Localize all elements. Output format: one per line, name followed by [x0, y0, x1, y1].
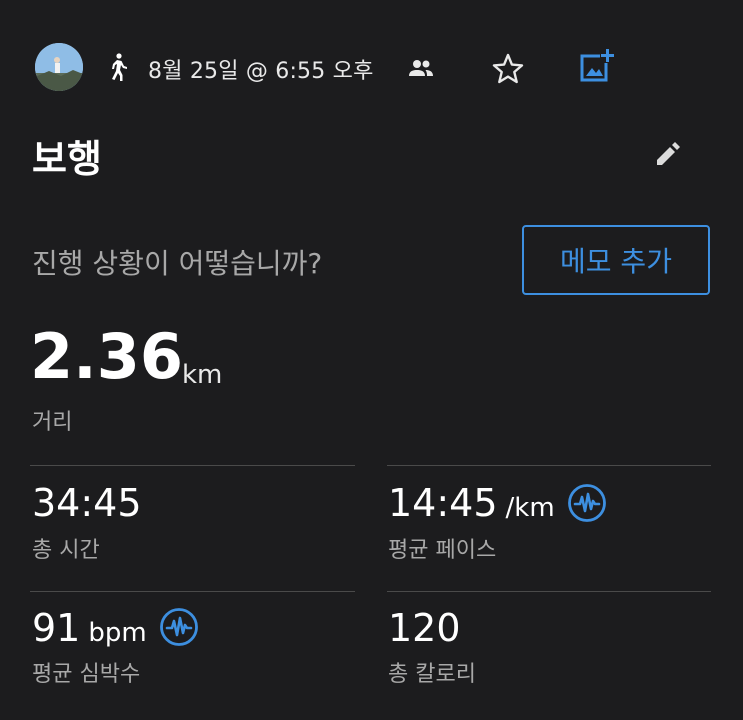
- avg-pace-label: 평균 페이스: [388, 538, 497, 563]
- total-time-label: 총 시간: [32, 538, 100, 563]
- calories-number: 120: [388, 606, 461, 650]
- avatar-photo: [35, 43, 83, 91]
- pencil-icon[interactable]: [652, 138, 684, 170]
- distance-value: 2.36: [30, 320, 183, 393]
- add-photo-icon[interactable]: [578, 47, 616, 85]
- add-memo-button[interactable]: 메모 추가: [522, 225, 710, 295]
- activity-header: 8월 25일 @ 6:55 오후: [0, 0, 743, 120]
- divider: [387, 465, 711, 466]
- total-time-value: 34:45: [32, 484, 142, 522]
- activity-title: 보행: [32, 137, 102, 181]
- avg-pace-number: 14:45: [388, 481, 498, 525]
- people-icon[interactable]: [407, 56, 435, 80]
- calories-label: 총 칼로리: [388, 662, 476, 687]
- heart-rate-chart-icon[interactable]: [567, 483, 607, 523]
- avg-hr-unit: bpm: [88, 618, 147, 648]
- walk-icon: [112, 53, 127, 81]
- total-time-number: 34:45: [32, 481, 142, 525]
- avg-hr-label: 평균 심박수: [32, 662, 141, 687]
- divider: [30, 465, 355, 466]
- progress-prompt: 진행 상황이 어떻습니까?: [32, 247, 323, 280]
- avg-pace-unit: /km: [505, 493, 555, 523]
- activity-datetime: 8월 25일 @ 6:55 오후: [148, 59, 374, 84]
- calories-value: 120: [388, 609, 461, 647]
- avg-hr-value: 91 bpm: [32, 609, 147, 647]
- distance-unit: km: [182, 360, 223, 390]
- distance-label: 거리: [32, 410, 73, 435]
- avg-pace-value: 14:45/km: [388, 484, 555, 522]
- heart-rate-chart-icon[interactable]: [159, 607, 199, 647]
- divider: [387, 591, 711, 592]
- divider: [30, 591, 355, 592]
- star-icon[interactable]: [490, 51, 526, 87]
- avatar[interactable]: [35, 43, 83, 91]
- avg-hr-number: 91: [32, 606, 81, 650]
